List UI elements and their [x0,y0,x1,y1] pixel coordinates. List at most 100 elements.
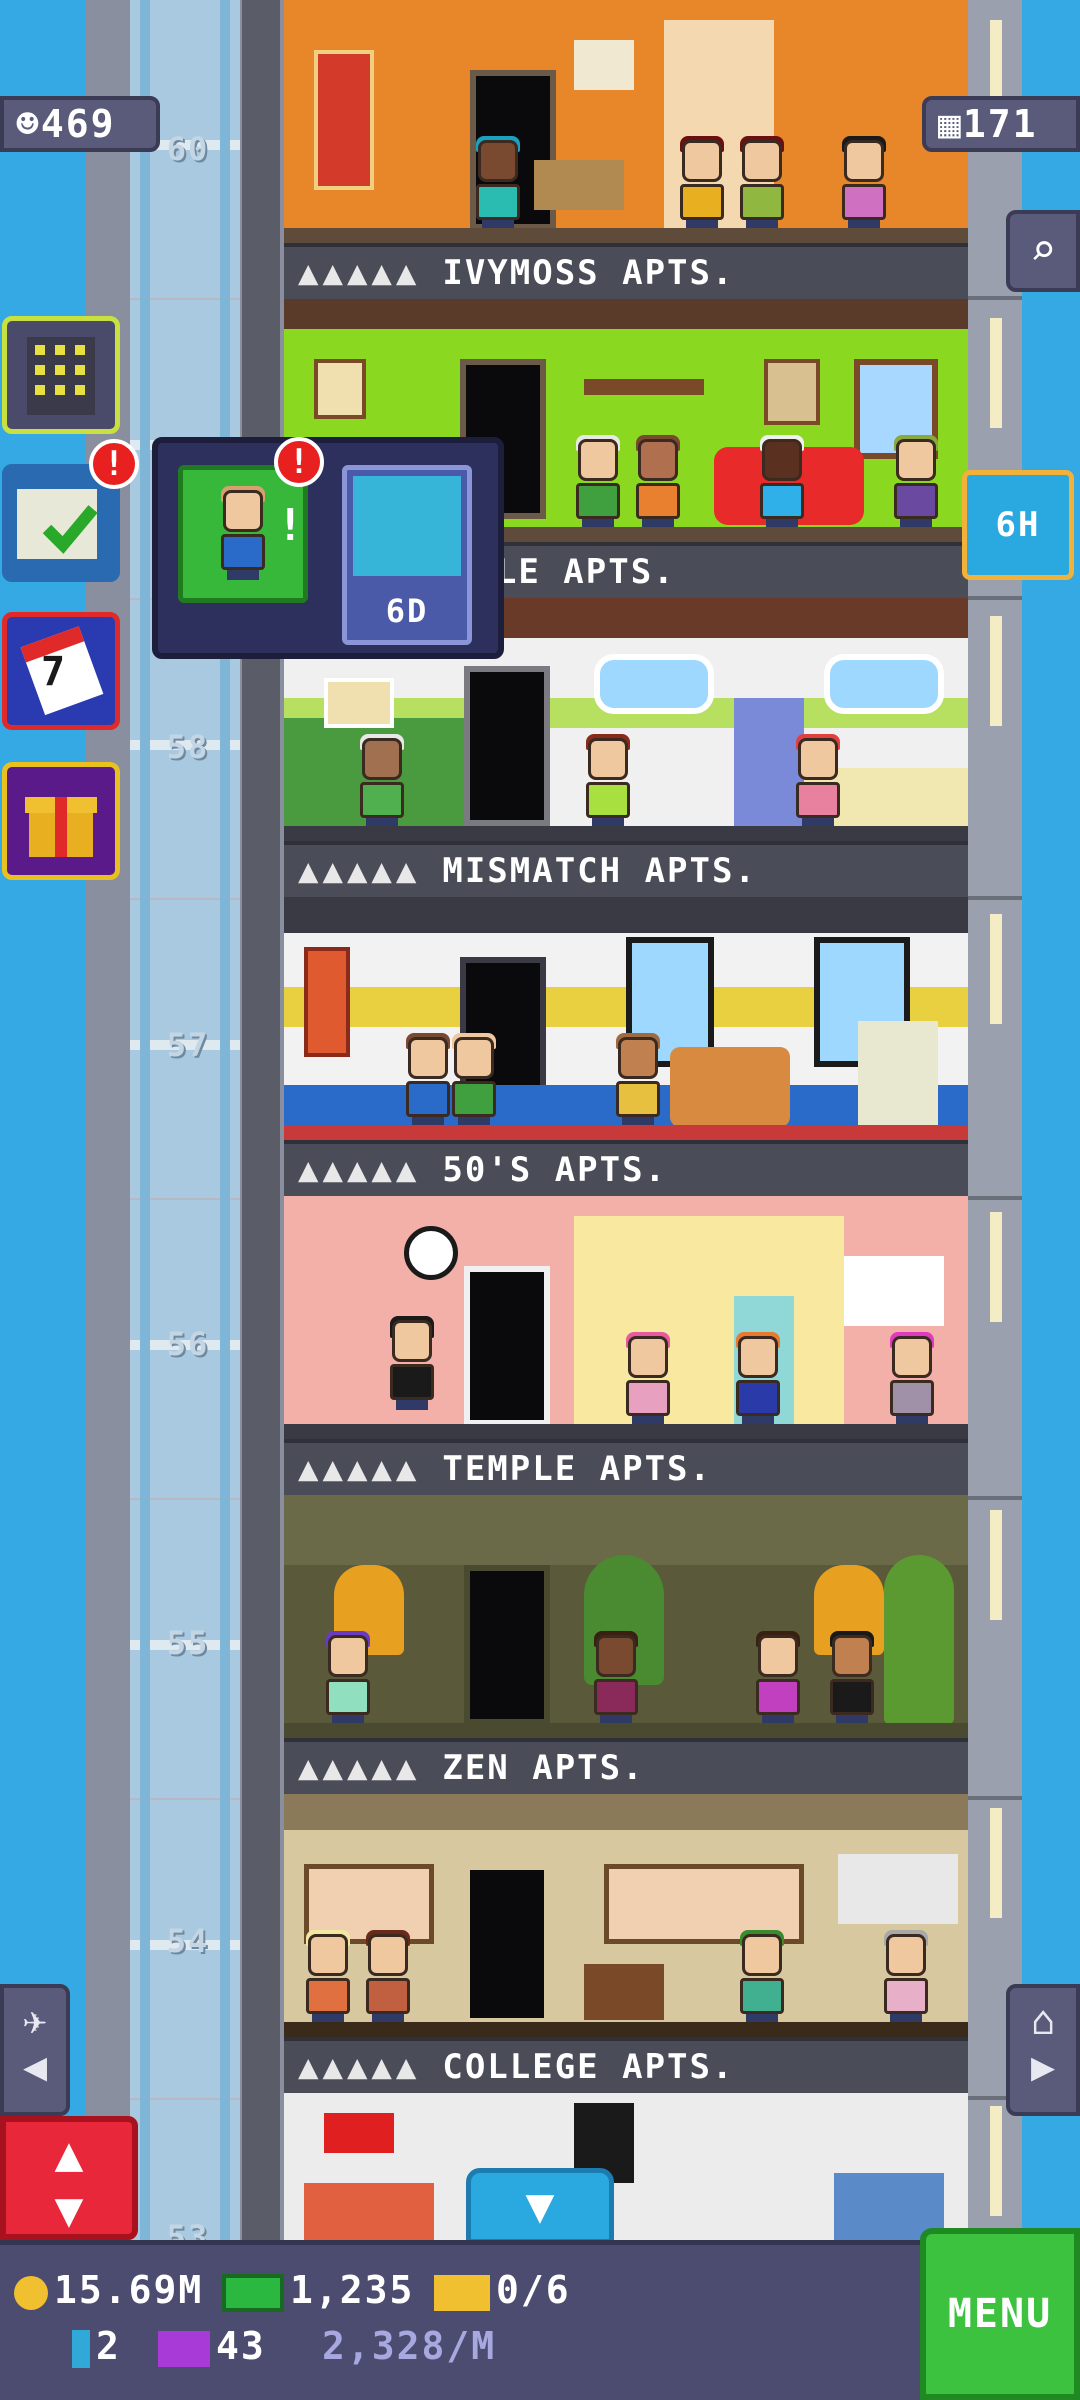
mission-popup[interactable]: ! ! 6D [152,437,504,659]
lobby-button[interactable]: ⌂ ▶ [1006,1984,1080,2116]
bitizen[interactable] [354,734,410,828]
floor-number: 60 [166,130,210,168]
golden-tickets-stat[interactable]: 43 [158,2322,266,2370]
floor-base [284,1723,968,1738]
floor-base [284,1125,968,1140]
vip-button[interactable]: ✈ ◀ [0,1984,70,2116]
notification-badge: ! [274,437,324,487]
cabinet-decor [838,1854,958,1924]
floor-name: 50'S APTS. [442,1150,668,1190]
bux-stat[interactable]: 1,235 [222,2266,414,2314]
floor-temple[interactable]: ▲▲▲▲▲ TEMPLE APTS. [284,1196,968,1495]
bitizen[interactable] [884,1332,940,1426]
build-floor-button[interactable] [2,316,120,434]
bitizen[interactable] [580,734,636,828]
gift-button[interactable] [2,762,120,880]
bitizen[interactable] [878,1930,934,2024]
bitizen[interactable] [790,734,846,828]
floor-nameplate[interactable]: ▲▲▲▲▲ COLLEGE APTS. [284,2037,968,2093]
bitizen[interactable] [836,136,892,230]
scroll-down-button[interactable]: ▼ [466,2168,614,2244]
bitizen[interactable] [610,1033,666,1127]
room-interior [284,1196,968,1439]
bitizen-avatar [215,486,271,580]
bitizen[interactable] [630,435,686,529]
left-arrow-icon: ◀ [22,2044,48,2090]
desk-decor [304,2183,434,2240]
bitizen[interactable] [824,1631,880,1725]
bitizen[interactable] [470,136,526,230]
floor-zen[interactable]: ▲▲▲▲▲ ZEN APTS. [284,1495,968,1794]
golden-ticket-icon [158,2330,210,2367]
bitizen[interactable] [360,1930,416,2024]
key-icon [72,2329,90,2368]
bitizen[interactable] [750,1631,806,1725]
gift-icon [25,797,97,857]
picture-decor [324,678,394,728]
room-interior [284,2093,968,2240]
event-timer-badge[interactable]: 6H [962,470,1074,580]
bitizen[interactable] [620,1332,676,1426]
airplane-icon: ✈ [22,1998,48,2044]
clock-decor [404,1226,458,1280]
coins-stat[interactable]: 15.69M [14,2266,203,2314]
room-interior [284,0,968,243]
floor-name: MISMATCH APTS. [442,851,757,891]
elevator-rail-left [140,0,150,2240]
mission-timer: 6D [385,592,429,630]
bitizen[interactable] [384,1316,440,1410]
star-rating: ▲▲▲▲▲ [298,1748,421,1788]
floor-number: 57 [166,1026,210,1064]
star-rating: ▲▲▲▲▲ [298,253,421,293]
plant-decor [884,1555,954,1725]
floor-name: COLLEGE APTS. [442,2047,735,2087]
bitizen[interactable] [888,435,944,529]
zoom-button[interactable]: ⌕ [1006,210,1080,292]
picture-decor [314,359,366,419]
door [464,1266,550,1426]
floors-value: 171 [962,102,1038,146]
bitizen[interactable] [588,1631,644,1725]
bitizen[interactable] [300,1930,356,2024]
bitizen[interactable] [446,1033,502,1127]
population-counter[interactable]: ☻469 [0,96,160,152]
floor-name: IVYMOSS APTS. [442,253,735,293]
golden-tickets-value: 43 [216,2324,266,2368]
elevator-button[interactable]: ▲ ▼ [0,2116,138,2240]
calendar-button[interactable]: 7 [2,612,120,730]
floor-counter[interactable]: ▦171 [922,96,1080,152]
bitizen[interactable] [730,1332,786,1426]
keys-stat[interactable]: 2 [72,2322,121,2370]
menu-button[interactable]: MENU [920,2228,1080,2400]
mission-bitizen-card[interactable]: ! [178,465,308,603]
building-icon [27,337,95,415]
star-rating: ▲▲▲▲▲ [298,1150,421,1190]
floor-ivymoss[interactable]: ▲▲▲▲▲ IVYMOSS APTS. [284,0,968,299]
elevator-column [242,0,280,2240]
bitizen[interactable] [754,435,810,529]
bitizen[interactable] [734,1930,790,2024]
floor-nameplate[interactable]: ▲▲▲▲▲ 50'S APTS. [284,1140,968,1196]
floor-number: 58 [166,728,210,766]
floor-nameplate[interactable]: ▲▲▲▲▲ ZEN APTS. [284,1738,968,1794]
bux-icon [222,2273,284,2312]
missions-button[interactable]: ! [2,439,139,582]
bitizen[interactable] [674,136,730,230]
floor-college[interactable]: ▲▲▲▲▲ COLLEGE APTS. [284,1794,968,2093]
floor-nameplate[interactable]: ▲▲▲▲▲ TEMPLE APTS. [284,1439,968,1495]
star-rating: ▲▲▲▲▲ [298,2047,421,2087]
star-rating: ▲▲▲▲▲ [298,851,421,891]
bitizen[interactable] [570,435,626,529]
mission-event-card[interactable]: 6D [342,465,472,645]
floor-name: ZEN APTS. [442,1748,645,1788]
floor-partial[interactable] [284,2093,968,2240]
floor-nameplate[interactable]: ▲▲▲▲▲ IVYMOSS APTS. [284,243,968,299]
building-icon: ▦ [938,102,963,146]
floor-nameplate[interactable]: ▲▲▲▲▲ MISMATCH APTS. [284,841,968,897]
magnifier-icon: ⌕ [1029,225,1057,276]
bitizen[interactable] [320,1631,376,1725]
floor-50s[interactable]: ▲▲▲▲▲ 50'S APTS. [284,897,968,1196]
bitizen[interactable] [734,136,790,230]
tickets-stat[interactable]: 0/6 [434,2266,571,2314]
ceiling-trim [284,897,968,933]
